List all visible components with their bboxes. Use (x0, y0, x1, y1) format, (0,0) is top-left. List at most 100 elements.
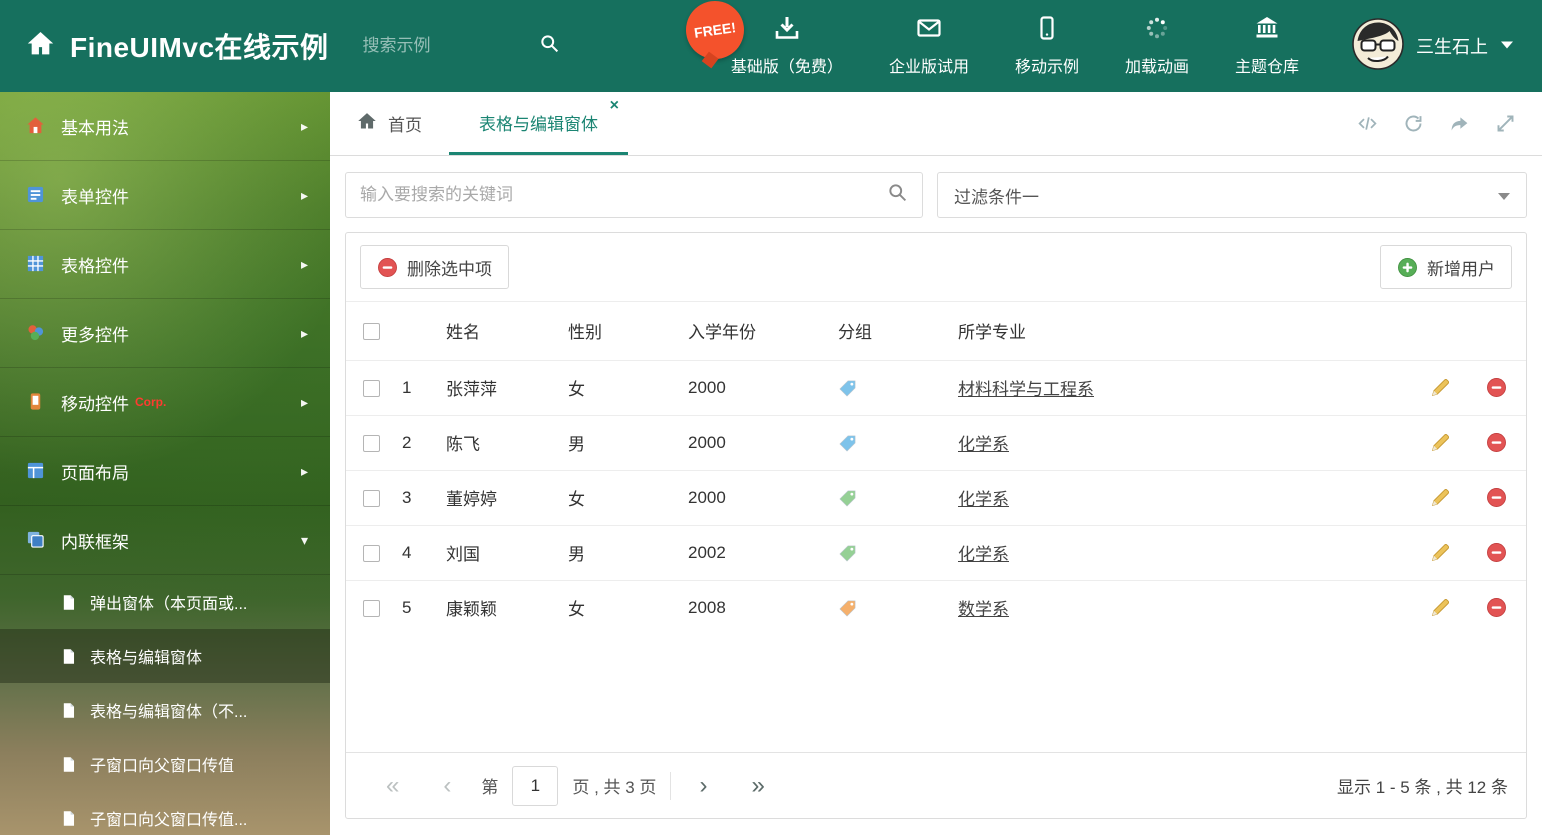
cell-group (838, 359, 958, 415)
file-icon (60, 810, 77, 827)
delete-selected-button[interactable]: 删除选中项 (360, 245, 509, 289)
tab-home[interactable]: 首页 (330, 92, 449, 155)
fullscreen-icon[interactable] (1495, 113, 1516, 134)
page-number-input[interactable] (512, 765, 559, 806)
row-checkbox[interactable] (363, 379, 380, 397)
table-row: 3 董婷婷 女 2000 化学系 (346, 469, 1526, 525)
edit-row-icon[interactable] (1430, 432, 1451, 453)
sidebar-item[interactable]: 更多控件 ▸ (0, 299, 330, 368)
layout-icon (26, 461, 46, 481)
major-link[interactable]: 数学系 (958, 600, 1009, 619)
divider (670, 771, 672, 800)
chevron-right-icon: ▸ (300, 462, 308, 479)
open-new-window-icon[interactable] (1449, 113, 1470, 134)
cell-gender: 男 (568, 524, 688, 580)
cell-name: 刘国 (446, 524, 568, 580)
delete-row-icon[interactable] (1486, 432, 1507, 453)
header-nav-item[interactable]: 企业版试用 (866, 15, 992, 77)
chevron-right-icon: ▸ (300, 393, 308, 410)
edit-row-icon[interactable] (1430, 542, 1451, 563)
sidebar-subitem[interactable]: 弹出窗体（本页面或... (0, 575, 330, 629)
header-nav-item[interactable]: 移动示例 (992, 15, 1102, 77)
sidebar-subitem[interactable]: 表格与编辑窗体（不... (0, 683, 330, 737)
search-icon[interactable] (539, 33, 560, 59)
delete-row-icon[interactable] (1486, 487, 1507, 508)
table-row: 5 康颖颖 女 2008 数学系 (346, 579, 1526, 635)
tab-close-icon[interactable]: × (610, 98, 619, 114)
search-icon[interactable] (887, 182, 908, 208)
spinner-icon (1144, 15, 1170, 46)
last-page-icon[interactable]: » (729, 773, 786, 798)
first-page-icon[interactable]: « (364, 773, 421, 798)
prev-page-icon[interactable]: ‹ (421, 773, 473, 798)
row-checkbox[interactable] (363, 434, 380, 452)
tab-active[interactable]: 表格与编辑窗体 × (449, 92, 628, 155)
refresh-icon[interactable] (1403, 113, 1424, 134)
sidebar-item[interactable]: 表单控件 ▸ (0, 161, 330, 230)
sidebar-item[interactable]: 内联框架 ▾ (0, 506, 330, 575)
basic-icon (26, 116, 46, 136)
col-year: 入学年份 (688, 323, 756, 343)
sidebar-item[interactable]: 基本用法 ▸ (0, 92, 330, 161)
add-user-button[interactable]: 新增用户 (1380, 245, 1512, 289)
select-all-checkbox[interactable] (363, 322, 380, 340)
users-table: 姓名 性别 入学年份 分组 所学专业 1 张萍萍 女 2000 材料科学与工程系… (346, 302, 1526, 635)
plus-circle-icon (1397, 257, 1418, 278)
tag-icon (838, 489, 857, 508)
cell-name: 张萍萍 (446, 359, 568, 415)
frame-icon (26, 530, 46, 550)
chevron-right-icon: ▸ (300, 324, 308, 341)
main-area: 首页 表格与编辑窗体 × 过滤条件一 (330, 92, 1542, 835)
home-icon (357, 111, 377, 136)
delete-row-icon[interactable] (1486, 377, 1507, 398)
delete-row-icon[interactable] (1486, 597, 1507, 618)
major-link[interactable]: 化学系 (958, 490, 1009, 509)
sidebar-subitem[interactable]: 子窗口向父窗口传值... (0, 791, 330, 835)
row-checkbox[interactable] (363, 544, 380, 562)
sidebar-subitem[interactable]: 子窗口向父窗口传值 (0, 737, 330, 791)
row-checkbox[interactable] (363, 599, 380, 617)
page-prefix: 第 (481, 778, 499, 797)
page-suffix: 页 , 共 3 页 (572, 778, 657, 797)
chevron-down-icon (1498, 193, 1510, 200)
header-search-input[interactable] (362, 36, 513, 56)
filter-dropdown[interactable]: 过滤条件一 (937, 172, 1527, 218)
major-link[interactable]: 材料科学与工程系 (958, 380, 1094, 399)
user-name: 三生石上 (1416, 37, 1488, 57)
form-icon (26, 185, 46, 205)
chevron-down-icon: ▾ (300, 531, 308, 548)
caret-down-icon (1500, 37, 1514, 55)
keyword-search-input[interactable] (360, 185, 887, 205)
sidebar-submenu: 弹出窗体（本页面或... 表格与编辑窗体 表格与编辑窗体（不... 子窗口向父窗… (0, 575, 330, 835)
header-nav-item[interactable]: 加载动画 (1102, 15, 1212, 77)
header-search (362, 33, 560, 59)
cell-group (838, 469, 958, 525)
row-number: 2 (402, 414, 446, 470)
file-icon (60, 702, 77, 719)
record-summary: 显示 1 - 5 条 , 共 12 条 (1337, 778, 1508, 797)
cell-name: 陈飞 (446, 414, 568, 470)
cell-year: 2000 (688, 359, 838, 415)
row-number: 1 (402, 359, 446, 415)
user-menu[interactable]: 三生石上 (1322, 17, 1542, 75)
brand[interactable]: FineUIMvc在线示例 (0, 26, 329, 66)
row-checkbox[interactable] (363, 489, 380, 507)
edit-row-icon[interactable] (1430, 597, 1451, 618)
edit-row-icon[interactable] (1430, 487, 1451, 508)
filter-row: 过滤条件一 (345, 172, 1527, 218)
sidebar-item[interactable]: 页面布局 ▸ (0, 437, 330, 506)
sidebar-item[interactable]: 表格控件 ▸ (0, 230, 330, 299)
next-page-icon[interactable]: › (677, 773, 729, 798)
sidebar-item[interactable]: 移动控件 Corp. ▸ (0, 368, 330, 437)
cell-group (838, 414, 958, 470)
delete-row-icon[interactable] (1486, 542, 1507, 563)
header-nav-item[interactable]: 主题仓库 (1212, 15, 1322, 77)
sidebar-subitem[interactable]: 表格与编辑窗体 (0, 629, 330, 683)
chevron-right-icon: ▸ (300, 255, 308, 272)
tab-home-label: 首页 (388, 116, 422, 135)
edit-row-icon[interactable] (1430, 377, 1451, 398)
source-code-icon[interactable] (1357, 113, 1378, 134)
major-link[interactable]: 化学系 (958, 545, 1009, 564)
minus-circle-icon (377, 257, 398, 278)
major-link[interactable]: 化学系 (958, 435, 1009, 454)
